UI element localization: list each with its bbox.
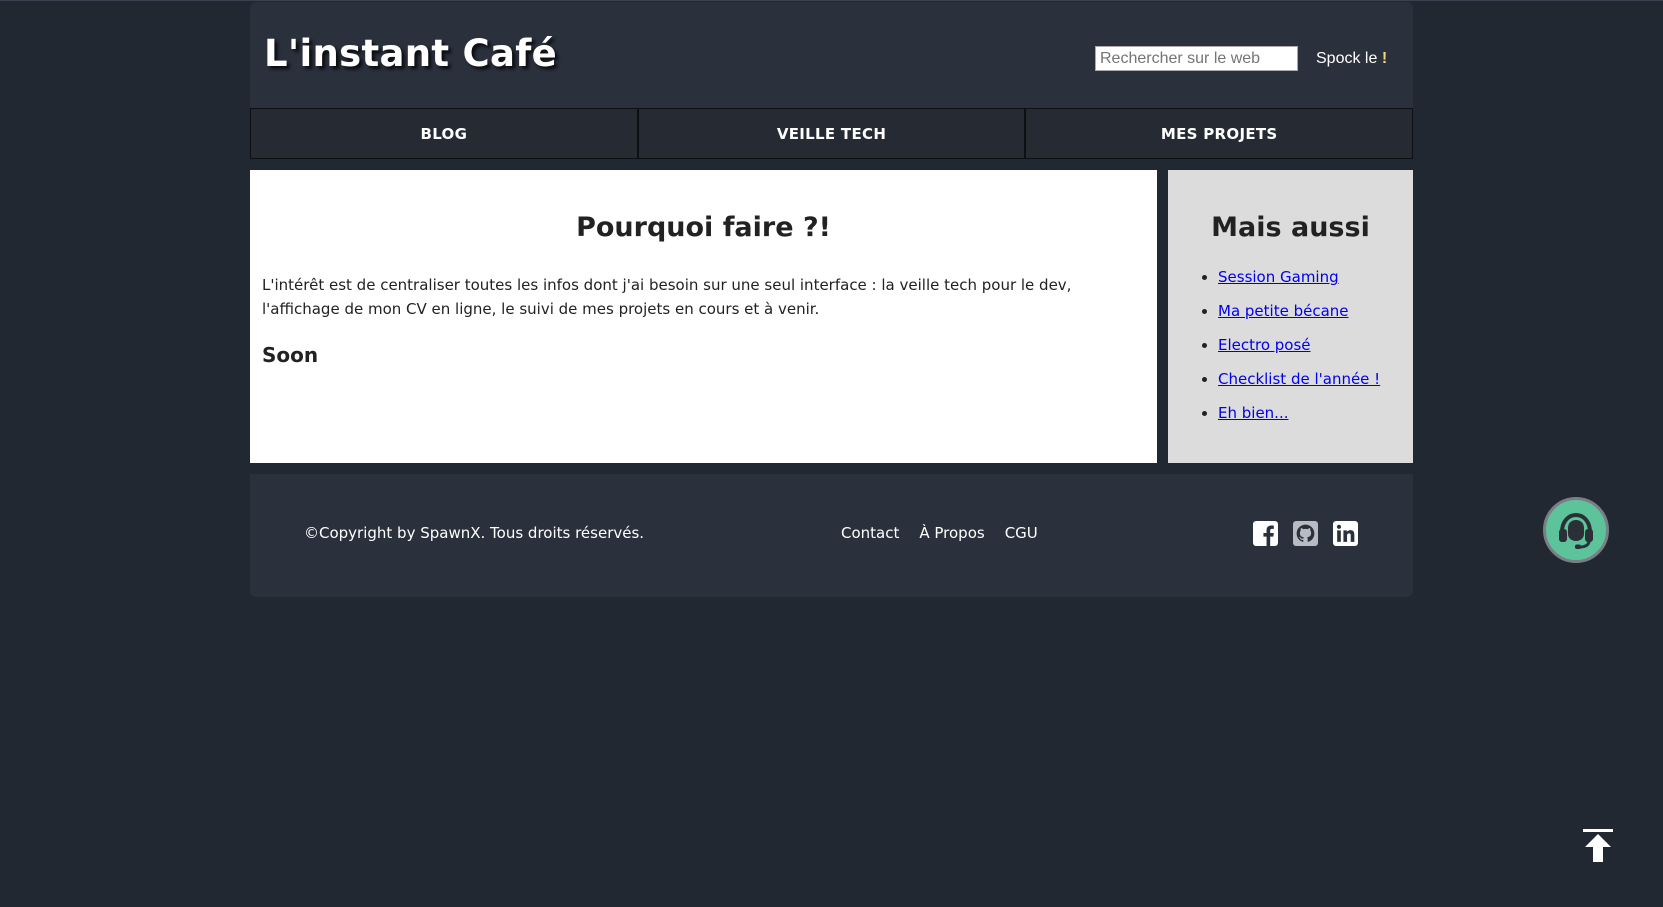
link-checklist-annee[interactable]: Checklist de l'année ! <box>1218 370 1380 388</box>
nav-item-blog[interactable]: BLOG <box>250 108 638 159</box>
link-ma-petite-becane[interactable]: Ma petite bécane <box>1218 302 1349 320</box>
search-button-label: Spock le <box>1316 50 1378 67</box>
article-subtitle: Soon <box>262 343 319 367</box>
social-links <box>1253 521 1358 546</box>
linkedin-icon[interactable] <box>1333 521 1358 546</box>
main-nav: BLOG VEILLE TECH MES PROJETS <box>250 108 1414 159</box>
search-button[interactable]: Spock le ! <box>1314 46 1389 71</box>
list-item: Electro posé <box>1218 333 1403 367</box>
link-session-gaming[interactable]: Session Gaming <box>1218 268 1339 286</box>
article-text: L'intérêt est de centraliser toutes les … <box>262 276 1072 318</box>
content-row: Pourquoi faire ?! L'intérêt est de centr… <box>250 170 1413 463</box>
search-input[interactable] <box>1095 46 1298 71</box>
list-item: Session Gaming <box>1218 265 1403 299</box>
site-header: L'instant Café Spock le ! <box>250 2 1413 108</box>
list-item: Checklist de l'année ! <box>1218 367 1403 401</box>
github-icon[interactable] <box>1293 521 1318 546</box>
footer-links: Contact À Propos CGU <box>841 524 1038 542</box>
site-footer: ©Copyright by SpawnX. Tous droits réserv… <box>250 474 1413 597</box>
sidebar-link-list: Session Gaming Ma petite bécane Electro … <box>1178 265 1403 435</box>
nav-item-mes-projets[interactable]: MES PROJETS <box>1025 108 1414 159</box>
list-item: Eh bien... <box>1218 401 1403 435</box>
support-chat-button[interactable] <box>1543 497 1609 563</box>
sidebar-title: Mais aussi <box>1211 212 1370 243</box>
copyright-text: ©Copyright by SpawnX. Tous droits réserv… <box>304 524 645 542</box>
link-electro-pose[interactable]: Electro posé <box>1218 336 1311 354</box>
arrow-up-bar-icon[interactable] <box>1583 829 1613 863</box>
sidebar: Mais aussi Session Gaming Ma petite béca… <box>1168 170 1413 463</box>
article-title: Pourquoi faire ?! <box>576 212 831 243</box>
page-top-border <box>0 0 1663 1</box>
main-article: Pourquoi faire ?! L'intérêt est de centr… <box>250 170 1157 463</box>
footer-link-a-propos[interactable]: À Propos <box>919 524 984 542</box>
link-eh-bien[interactable]: Eh bien... <box>1218 404 1288 422</box>
page-wrapper: L'instant Café Spock le ! BLOG VEILLE TE… <box>250 2 1414 597</box>
search-button-bang: ! <box>1381 50 1388 67</box>
site-title[interactable]: L'instant Café <box>264 32 557 75</box>
nav-item-veille-tech[interactable]: VEILLE TECH <box>637 108 1026 159</box>
headset-icon <box>1559 512 1593 549</box>
footer-link-cgu[interactable]: CGU <box>1005 524 1038 542</box>
list-item: Ma petite bécane <box>1218 299 1403 333</box>
facebook-icon[interactable] <box>1253 521 1278 546</box>
footer-link-contact[interactable]: Contact <box>841 524 899 542</box>
